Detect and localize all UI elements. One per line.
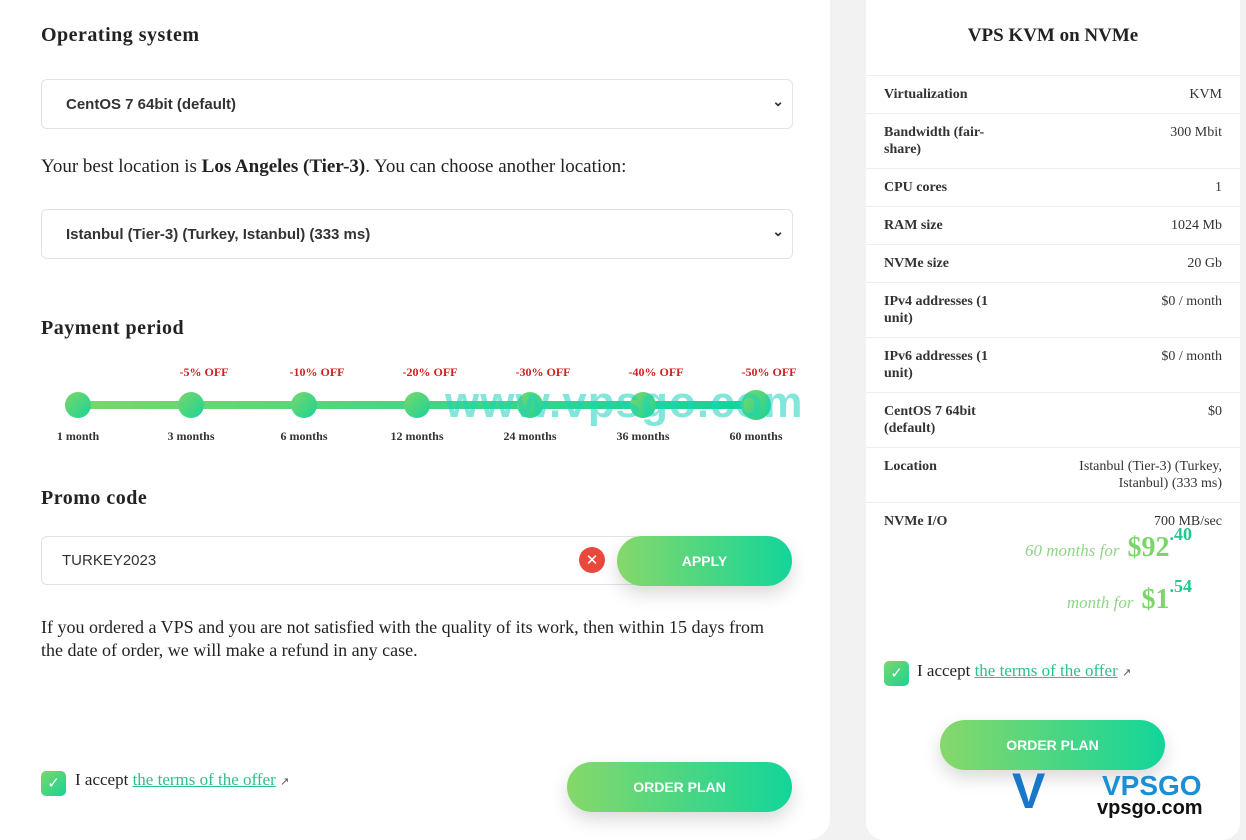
location-selected: Istanbul (Tier-3) (Turkey, Istanbul) (33… [66, 226, 371, 243]
apply-button[interactable]: APPLY [617, 536, 792, 586]
spec-row: CentOS 7 64bit (default) $0 [866, 392, 1240, 448]
period-label[interactable]: 60 months [729, 429, 782, 444]
period-label[interactable]: 24 months [503, 429, 556, 444]
payment-heading: Payment period [41, 317, 185, 339]
location-text-post: . You can choose another location: [365, 156, 627, 177]
period-label[interactable]: 6 months [280, 429, 327, 444]
clear-promo-icon[interactable]: ✕ [579, 547, 605, 573]
period-node[interactable] [65, 392, 91, 418]
spec-key: NVMe size [866, 244, 1035, 283]
spec-value: $0 / month [1034, 337, 1240, 393]
spec-row: IPv4 addresses (1 unit) $0 / month [866, 282, 1240, 338]
spec-row: Location Istanbul (Tier-3) (Turkey, Istan… [866, 447, 1240, 503]
plan-title: VPS KVM on NVMe [967, 25, 1139, 46]
location-text: Your best location is [41, 156, 202, 177]
period-label[interactable]: 3 months [167, 429, 214, 444]
os-selected: CentOS 7 64bit (default) [66, 96, 237, 113]
monthly-price: month for $1.54 [1066, 576, 1192, 616]
promo-input[interactable]: TURKEY2023 [41, 536, 641, 585]
spec-row: NVMe size 20 Gb [866, 244, 1240, 283]
location-hint: Your best location is Los Angeles (Tier-… [41, 156, 626, 178]
terms-link[interactable]: the terms of the offer [975, 661, 1118, 680]
spec-value: 1024 Mb [1034, 206, 1240, 245]
total-cents: .40 [1169, 523, 1193, 544]
spec-value: 20 Gb [1034, 244, 1240, 283]
period-node[interactable] [404, 392, 430, 418]
plan-specs-table: Virtualization KVM Bandwidth (fair-share) 3… [866, 75, 1240, 541]
period-label[interactable]: 36 months [616, 429, 669, 444]
best-location: Los Angeles (Tier-3) [201, 156, 366, 177]
discount-label: -10% OFF [289, 365, 345, 379]
accept-terms-summary: I accept the terms of the offer ↗ [917, 661, 1131, 681]
spec-value: 300 Mbit [1034, 113, 1240, 169]
os-heading: Operating system [41, 24, 200, 46]
discount-label: -5% OFF [179, 365, 229, 379]
period-label[interactable]: 12 months [390, 429, 443, 444]
total-label: 60 months for [1025, 541, 1120, 560]
spec-row: Bandwidth (fair-share) 300 Mbit [866, 113, 1240, 169]
total-price: 60 months for $92.40 [1025, 524, 1192, 564]
location-select[interactable]: Istanbul (Tier-3) (Turkey, Istanbul) (33… [41, 209, 793, 259]
external-link-icon: ↗ [1122, 666, 1132, 679]
spec-key: NVMe I/O [866, 502, 1035, 541]
spec-row: CPU cores 1 [866, 168, 1240, 207]
monthly-amount: $1 [1141, 584, 1170, 615]
spec-value: $0 [1034, 392, 1240, 448]
spec-key: CentOS 7 64bit (default) [866, 392, 1035, 448]
period-label[interactable]: 1 month [57, 429, 99, 444]
monthly-cents: .54 [1169, 575, 1193, 596]
total-amount: $92 [1127, 532, 1170, 563]
spec-row: RAM size 1024 Mb [866, 206, 1240, 245]
terms-link[interactable]: the terms of the offer [133, 770, 276, 789]
monthly-label: month for [1066, 593, 1134, 612]
spec-key: Location [866, 447, 1035, 503]
spec-key: Bandwidth (fair-share) [866, 113, 1035, 169]
spec-value: KVM [1034, 75, 1240, 114]
watermark: www.vpsgo.com [445, 378, 804, 427]
spec-value: 1 [1034, 168, 1240, 207]
spec-key: Virtualization [866, 75, 1035, 114]
spec-value: Istanbul (Tier-3) (Turkey, Istanbul) (33… [1034, 447, 1240, 503]
os-select[interactable]: CentOS 7 64bit (default) ⌄ [41, 79, 793, 129]
accept-text: I accept [917, 661, 975, 680]
chevron-down-icon: ⌄ [772, 223, 784, 239]
spec-row: Virtualization KVM [866, 75, 1240, 114]
order-plan-button-summary[interactable]: ORDER PLAN [940, 720, 1165, 770]
refund-note: If you ordered a VPS and you are not sat… [41, 617, 765, 660]
accept-checkbox-summary[interactable]: ✓ [884, 661, 909, 686]
period-node[interactable] [291, 392, 317, 418]
chevron-down-icon: ⌄ [772, 93, 784, 109]
spec-key: RAM size [866, 206, 1035, 245]
accept-text: I accept [75, 770, 133, 789]
spec-key: IPv4 addresses (1 unit) [866, 282, 1035, 338]
promo-heading: Promo code [41, 487, 148, 509]
accept-checkbox[interactable]: ✓ [41, 771, 66, 796]
spec-key: IPv6 addresses (1 unit) [866, 337, 1035, 393]
order-plan-button[interactable]: ORDER PLAN [567, 762, 792, 812]
external-link-icon: ↗ [280, 775, 290, 788]
spec-key: CPU cores [866, 168, 1035, 207]
period-node[interactable] [178, 392, 204, 418]
spec-row: IPv6 addresses (1 unit) $0 / month [866, 337, 1240, 393]
spec-value: $0 / month [1034, 282, 1240, 338]
accept-terms: I accept the terms of the offer ↗ [75, 770, 289, 790]
